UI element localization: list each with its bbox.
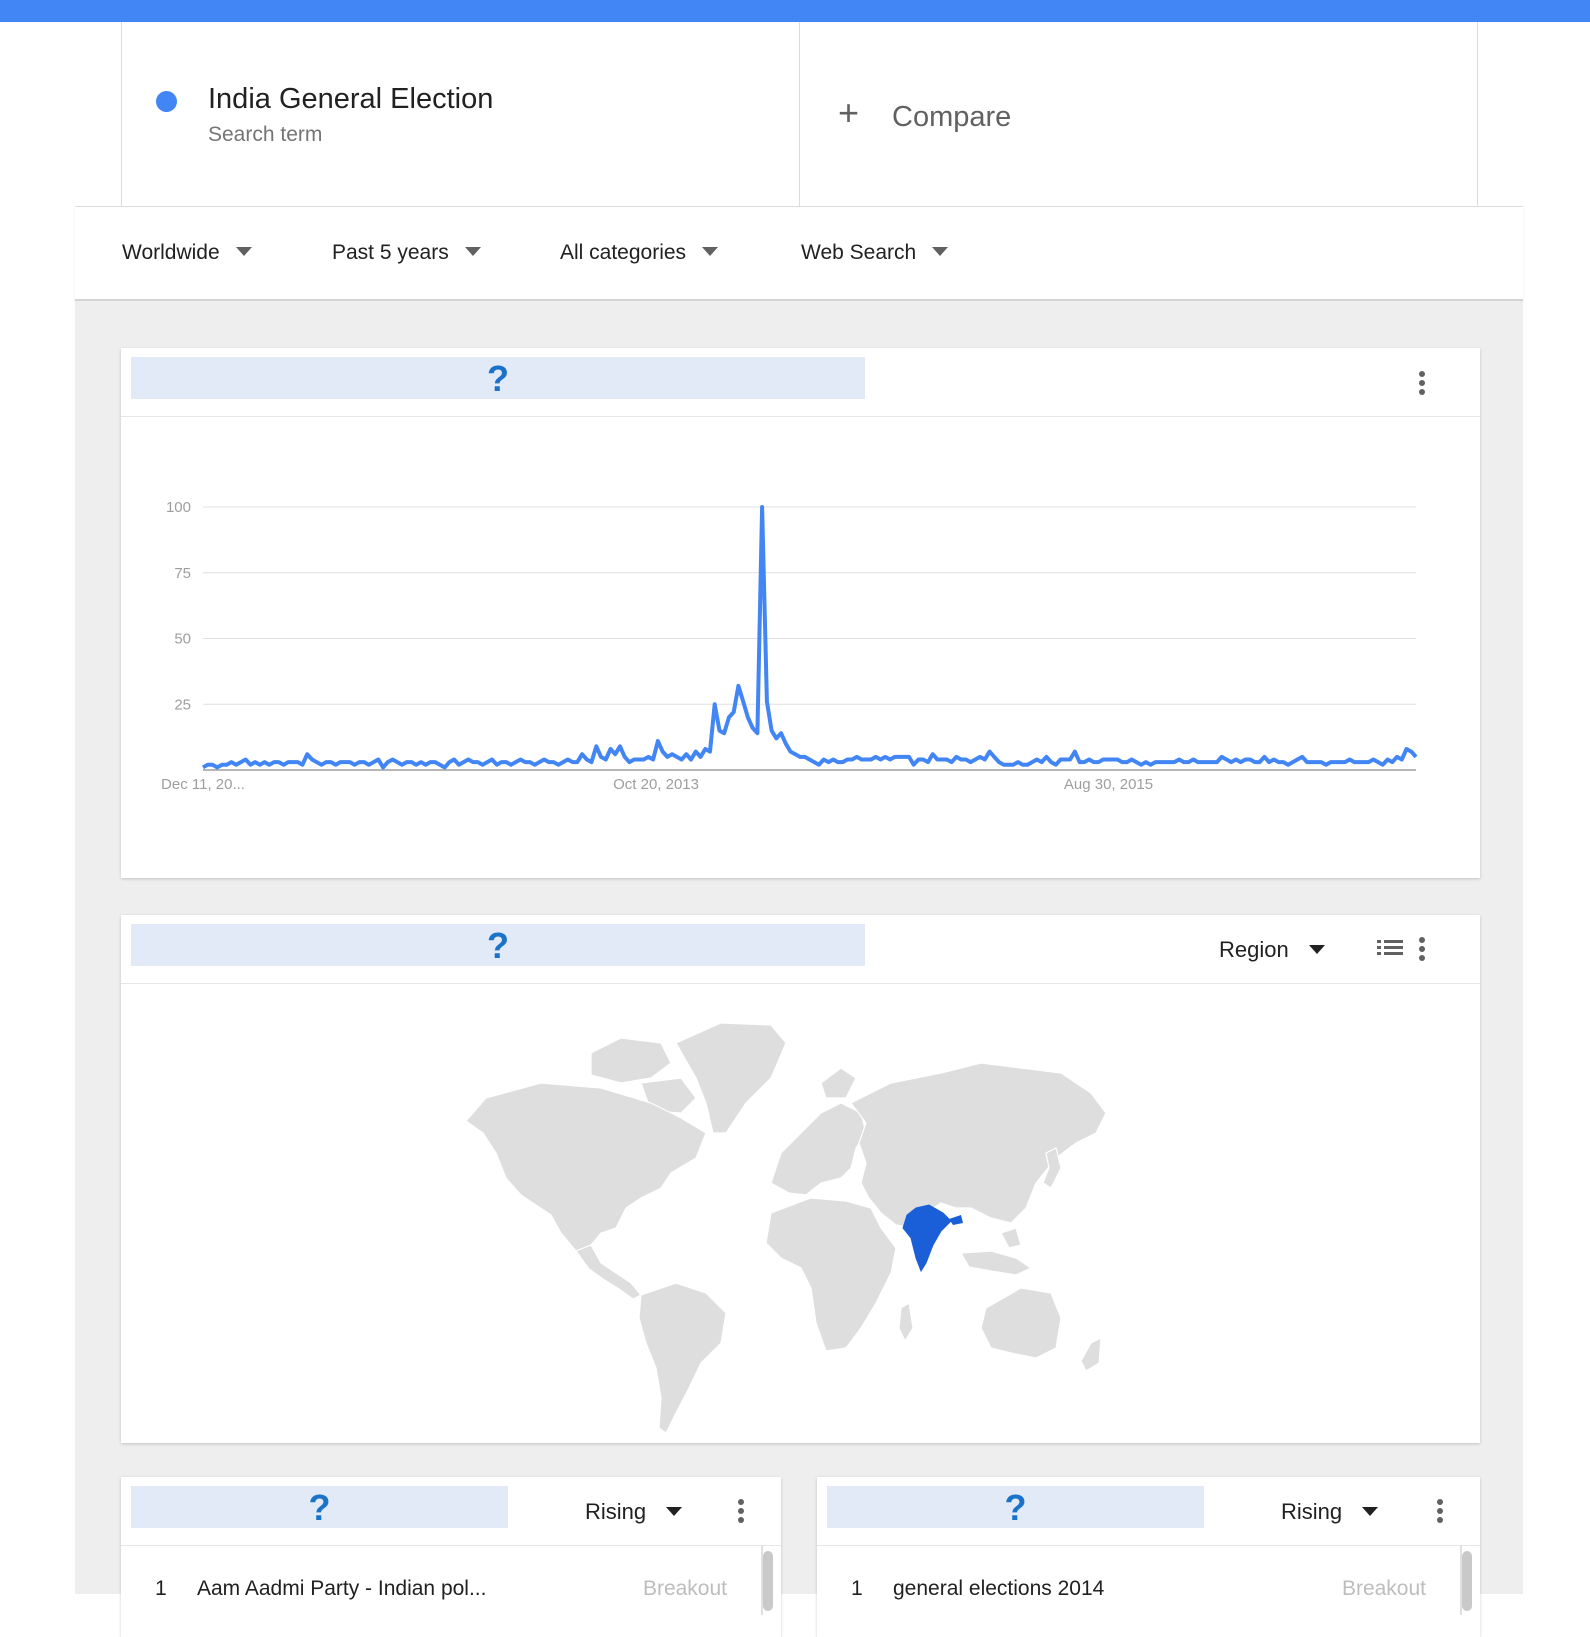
interest-line-chart: 100 75 50 25 Dec 11, 20... Oct 20, 2013 Aug 3… bbox=[161, 499, 1418, 793]
related-topics-card: ? Rising 1 Aam Aadmi Party - Indian pol.… bbox=[121, 1477, 781, 1637]
dropdown-caret-icon bbox=[666, 1506, 683, 1516]
map-land bbox=[465, 1022, 1107, 1434]
list-item[interactable]: 1 Aam Aadmi Party - Indian pol... Breako… bbox=[121, 1545, 781, 1615]
filter-label: All categories bbox=[560, 241, 687, 264]
compare-button[interactable]: Compare bbox=[892, 101, 1011, 134]
card-title-placeholder[interactable]: ? bbox=[131, 1486, 508, 1528]
filter-label: Web Search bbox=[801, 241, 917, 264]
card-title-placeholder[interactable]: ? bbox=[131, 357, 865, 399]
resolution-dropdown[interactable]: Region bbox=[1219, 937, 1325, 963]
world-map bbox=[465, 1022, 1107, 1434]
query-link[interactable]: general elections 2014 bbox=[893, 1577, 1104, 1601]
dropdown-label: Rising bbox=[585, 1499, 647, 1524]
rank-number: 1 bbox=[851, 1577, 863, 1600]
search-term-name[interactable]: India General Election bbox=[208, 83, 493, 116]
dropdown-caret-icon bbox=[1362, 1506, 1379, 1516]
rising-top-dropdown[interactable]: Rising bbox=[585, 1499, 683, 1525]
scrollbar-thumb[interactable] bbox=[763, 1551, 773, 1611]
rising-top-dropdown[interactable]: Rising bbox=[1281, 1499, 1379, 1525]
x-tick-label: Aug 30, 2015 bbox=[1064, 776, 1153, 793]
card-title-placeholder[interactable]: ? bbox=[131, 924, 865, 966]
y-tick-label: 75 bbox=[174, 565, 191, 582]
results-canvas: ? 100 75 50 25 Dec 11, 20... Oct 20, 2013 Aug… bbox=[75, 301, 1523, 1637]
dropdown-caret-icon bbox=[1308, 944, 1325, 954]
related-queries-card: ? Rising 1 general elections 2014 Breako… bbox=[817, 1477, 1480, 1637]
breakout-value: Breakout bbox=[642, 1577, 727, 1600]
more-vert-icon[interactable] bbox=[1418, 371, 1426, 399]
filter-label: Past 5 years bbox=[332, 241, 449, 264]
card-header: ? Rising bbox=[817, 1477, 1480, 1546]
dropdown-caret-icon bbox=[235, 246, 252, 256]
dropdown-label: Region bbox=[1219, 937, 1289, 962]
x-tick-label: Oct 20, 2013 bbox=[613, 776, 699, 793]
card-header: ? bbox=[121, 348, 1480, 417]
filter-bar: Worldwide Past 5 years All categories We… bbox=[75, 207, 1523, 301]
scrollbar-thumb[interactable] bbox=[1462, 1551, 1472, 1611]
y-tick-label: 50 bbox=[174, 631, 191, 648]
interest-by-region-card: ? Region bbox=[121, 915, 1480, 1443]
card-header: ? Rising bbox=[121, 1477, 781, 1546]
top-app-bar bbox=[0, 0, 1590, 22]
card-title-placeholder[interactable]: ? bbox=[827, 1486, 1204, 1528]
search-type-filter[interactable]: Web Search bbox=[801, 241, 949, 265]
dropdown-caret-icon bbox=[932, 246, 949, 256]
search-terms-header: India General Election Search term + Com… bbox=[75, 22, 1523, 207]
interest-over-time-card: ? 100 75 50 25 Dec 11, 20... Oct 20, 2013 Aug… bbox=[121, 348, 1480, 878]
rank-number: 1 bbox=[155, 1577, 167, 1600]
compare-card[interactable]: + Compare bbox=[799, 22, 1478, 206]
y-tick-label: 25 bbox=[174, 696, 191, 713]
search-term-sublabel: Search term bbox=[208, 123, 323, 146]
more-vert-icon[interactable] bbox=[1436, 1499, 1444, 1527]
dropdown-caret-icon bbox=[464, 246, 481, 256]
india-region-highlight bbox=[902, 1204, 952, 1273]
location-filter[interactable]: Worldwide bbox=[122, 241, 252, 265]
list-icon[interactable] bbox=[1377, 940, 1403, 960]
category-filter[interactable]: All categories bbox=[560, 241, 719, 265]
card-header: ? Region bbox=[121, 915, 1480, 984]
more-vert-icon[interactable] bbox=[737, 1499, 745, 1527]
list-item[interactable]: 1 general elections 2014 Breakout bbox=[817, 1545, 1480, 1615]
series-line bbox=[202, 505, 1418, 770]
topic-link[interactable]: Aam Aadmi Party - Indian pol... bbox=[197, 1577, 486, 1601]
more-vert-icon[interactable] bbox=[1418, 937, 1426, 965]
search-term-card[interactable]: India General Election Search term bbox=[121, 22, 800, 206]
filter-label: Worldwide bbox=[122, 241, 220, 264]
dropdown-caret-icon bbox=[702, 246, 719, 256]
breakout-value: Breakout bbox=[1341, 1577, 1426, 1600]
time-range-filter[interactable]: Past 5 years bbox=[332, 241, 481, 265]
dropdown-label: Rising bbox=[1281, 1499, 1343, 1524]
plus-icon[interactable]: + bbox=[838, 95, 859, 131]
term-color-dot bbox=[156, 91, 177, 112]
x-tick-label: Dec 11, 20... bbox=[161, 776, 245, 793]
y-tick-label: 100 bbox=[166, 499, 191, 516]
